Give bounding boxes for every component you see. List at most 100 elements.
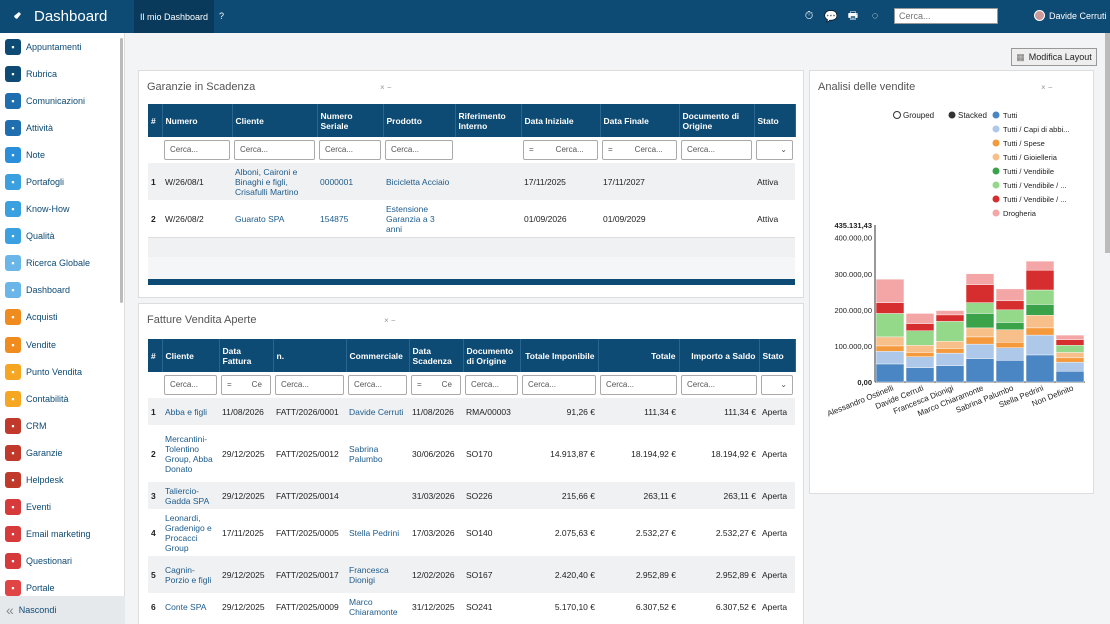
column-header[interactable]: Data Iniziale bbox=[521, 104, 601, 137]
table-cell[interactable]: Alboni, Caironi e Binaghi e figli, Crisa… bbox=[232, 163, 317, 200]
sidebar-item-qualit-[interactable]: ▪ Qualità bbox=[0, 223, 124, 250]
chat-bubbles-icon[interactable]: 💬 bbox=[824, 9, 838, 23]
sidebar-item-know-how[interactable]: ▪ Know-How bbox=[0, 196, 124, 223]
table-cell[interactable]: Bicicletta Acciaio bbox=[383, 163, 455, 200]
sidebar-item-ricerca-globale[interactable]: ▪ Ricerca Globale bbox=[0, 250, 124, 277]
table-cell[interactable]: 0000001 bbox=[317, 163, 383, 200]
filter-input[interactable]: Cerca... bbox=[164, 140, 230, 160]
status-select[interactable]: ⌄ bbox=[756, 140, 793, 160]
table-cell[interactable]: Davide Cerruti bbox=[346, 398, 409, 425]
sidebar-item-appuntamenti[interactable]: ▪ Appuntamenti bbox=[0, 33, 124, 60]
legend-swatch[interactable] bbox=[992, 195, 1000, 203]
edit-layout-button[interactable]: ▦ Modifica Layout bbox=[1011, 48, 1097, 66]
column-header[interactable]: n. bbox=[273, 339, 347, 372]
sidebar-item-garanzie[interactable]: ▪ Garanzie bbox=[0, 439, 124, 466]
table-cell[interactable]: Leonardi, Gradenigo e Procacci Group bbox=[162, 509, 219, 556]
column-header[interactable]: Data Fattura bbox=[219, 339, 274, 372]
sidebar-item-helpdesk[interactable]: ▪ Helpdesk bbox=[0, 467, 124, 494]
sidebar-item-comunicazioni[interactable]: ▪ Comunicazioni bbox=[0, 87, 124, 114]
table-row[interactable]: 2 W/26/08/2 Guarato SPA 154875 Estensione Ga… bbox=[148, 200, 795, 237]
legend-swatch[interactable] bbox=[992, 167, 1000, 175]
column-header[interactable]: Riferimento Interno bbox=[455, 104, 522, 137]
column-header[interactable]: Stato bbox=[759, 339, 796, 372]
sidebar-item-rubrica[interactable]: ▪ Rubrica bbox=[0, 60, 124, 87]
table-row[interactable]: 1 Abba e figli 11/08/2026 FATT/2026/0001 Dav… bbox=[148, 398, 795, 425]
column-header[interactable]: Data Scadenza bbox=[409, 339, 464, 372]
table-cell[interactable]: Abba e figli bbox=[162, 398, 219, 425]
date-filter-input[interactable]: = Cerca... bbox=[602, 140, 677, 160]
column-header[interactable]: Stato bbox=[754, 104, 796, 137]
sidebar-item-dashboard[interactable]: ▪ Dashboard bbox=[0, 277, 124, 304]
table-row[interactable]: 1 W/26/08/1 Alboni, Caironi e Binaghi e fi… bbox=[148, 163, 795, 200]
filter-input[interactable]: Cerca... bbox=[275, 375, 344, 395]
sidebar-item-note[interactable]: ▪ Note bbox=[0, 141, 124, 168]
table-cell[interactable]: Sabrina Palumbo bbox=[346, 425, 409, 482]
column-header[interactable]: Numero bbox=[162, 104, 233, 137]
sidebar-item-questionari[interactable]: ▪ Questionari bbox=[0, 548, 124, 575]
table-cell[interactable]: Conte SPA bbox=[162, 593, 219, 620]
filter-input[interactable]: Cerca... bbox=[319, 140, 381, 160]
user-menu[interactable]: Davide Cerruti bbox=[1034, 10, 1107, 21]
filter-input[interactable]: Cerca... bbox=[522, 375, 596, 395]
legend-swatch[interactable] bbox=[992, 139, 1000, 147]
table-row[interactable]: 6 Conte SPA 29/12/2025 FATT/2025/0009 Marco … bbox=[148, 593, 795, 620]
table-cell[interactable] bbox=[346, 482, 409, 509]
table-row[interactable]: 3 Taliercio-Gadda SPA 29/12/2025 FATT/2025/… bbox=[148, 482, 795, 509]
filter-input[interactable]: Cerca... bbox=[600, 375, 677, 395]
filter-input[interactable]: Cerca... bbox=[681, 140, 752, 160]
table-cell[interactable]: Stella Pedrini bbox=[346, 509, 409, 556]
filter-input[interactable]: Cerca... bbox=[385, 140, 453, 160]
table-cell[interactable]: Cagnin-Porzio e figli bbox=[162, 556, 219, 593]
page-scrollbar[interactable] bbox=[1105, 33, 1110, 253]
sidebar-item-portafogli[interactable]: ▪ Portafogli bbox=[0, 168, 124, 195]
date-filter-input[interactable]: = Ce bbox=[411, 375, 461, 395]
filter-input[interactable]: Cerca... bbox=[348, 375, 407, 395]
sidebar-item-eventi[interactable]: ▪ Eventi bbox=[0, 494, 124, 521]
grouped-radio[interactable] bbox=[893, 111, 901, 119]
sidebar-item-attivit-[interactable]: ▪ Attività bbox=[0, 114, 124, 141]
column-header[interactable]: Numero Seriale bbox=[317, 104, 384, 137]
stacked-radio[interactable] bbox=[948, 111, 956, 119]
tab-my-dashboard[interactable]: Il mio Dashboard bbox=[134, 0, 214, 33]
column-header[interactable]: # bbox=[148, 339, 163, 372]
table-row[interactable]: 4 Leonardi, Gradenigo e Procacci Group 17/… bbox=[148, 509, 795, 556]
filter-input[interactable]: Cerca... bbox=[465, 375, 518, 395]
panel-controls[interactable]: × − bbox=[384, 316, 396, 325]
sidebar-item-email-marketing[interactable]: ▪ Email marketing bbox=[0, 521, 124, 548]
timer-icon[interactable]: ⏱ bbox=[802, 9, 816, 23]
column-header[interactable]: Documento di Origine bbox=[463, 339, 521, 372]
table-cell[interactable]: Guarato SPA bbox=[232, 200, 317, 237]
printer-icon[interactable]: 🖶 bbox=[846, 9, 860, 23]
hide-sidebar-button[interactable]: « Nascondi bbox=[0, 596, 125, 624]
sidebar-item-punto-vendita[interactable]: ▪ Punto Vendita bbox=[0, 358, 124, 385]
panel-controls[interactable]: × − bbox=[1041, 83, 1053, 92]
panel-controls[interactable]: × − bbox=[380, 83, 392, 92]
help-link[interactable]: ? bbox=[219, 11, 224, 21]
filter-input[interactable]: Cerca... bbox=[164, 375, 217, 395]
table-cell[interactable]: 154875 bbox=[317, 200, 383, 237]
filter-input[interactable]: Cerca... bbox=[681, 375, 757, 395]
filter-input[interactable]: Cerca... bbox=[234, 140, 315, 160]
column-header[interactable]: Cliente bbox=[162, 339, 220, 372]
column-header[interactable]: Importo a Saldo bbox=[679, 339, 760, 372]
column-header[interactable]: Data Finale bbox=[600, 104, 680, 137]
sidebar-item-vendite[interactable]: ▪ Vendite bbox=[0, 331, 124, 358]
date-filter-input[interactable]: = Cerca... bbox=[523, 140, 598, 160]
legend-swatch[interactable] bbox=[992, 209, 1000, 217]
legend-swatch[interactable] bbox=[992, 125, 1000, 133]
sidebar-item-contabilit-[interactable]: ▪ Contabilità bbox=[0, 385, 124, 412]
table-cell[interactable]: Taliercio-Gadda SPA bbox=[162, 482, 219, 509]
legend-swatch[interactable] bbox=[992, 181, 1000, 189]
table-cell[interactable]: Estensione Garanzia a 3 anni bbox=[383, 200, 455, 237]
global-search-input[interactable] bbox=[894, 8, 998, 24]
legend-swatch[interactable] bbox=[992, 153, 1000, 161]
sidebar-scrollbar[interactable] bbox=[120, 38, 123, 303]
sidebar-item-crm[interactable]: ▪ CRM bbox=[0, 412, 124, 439]
column-header[interactable]: Prodotto bbox=[383, 104, 456, 137]
column-header[interactable]: # bbox=[148, 104, 163, 137]
date-filter-input[interactable]: = Ce bbox=[221, 375, 271, 395]
table-row[interactable]: 5 Cagnin-Porzio e figli 29/12/2025 FATT/202… bbox=[148, 556, 795, 593]
table-cell[interactable]: Mercantini-Tolentino Group, Abba Donato bbox=[162, 425, 219, 482]
column-header[interactable]: Totale bbox=[598, 339, 680, 372]
table-row[interactable]: 2 Mercantini-Tolentino Group, Abba Donato… bbox=[148, 425, 795, 482]
